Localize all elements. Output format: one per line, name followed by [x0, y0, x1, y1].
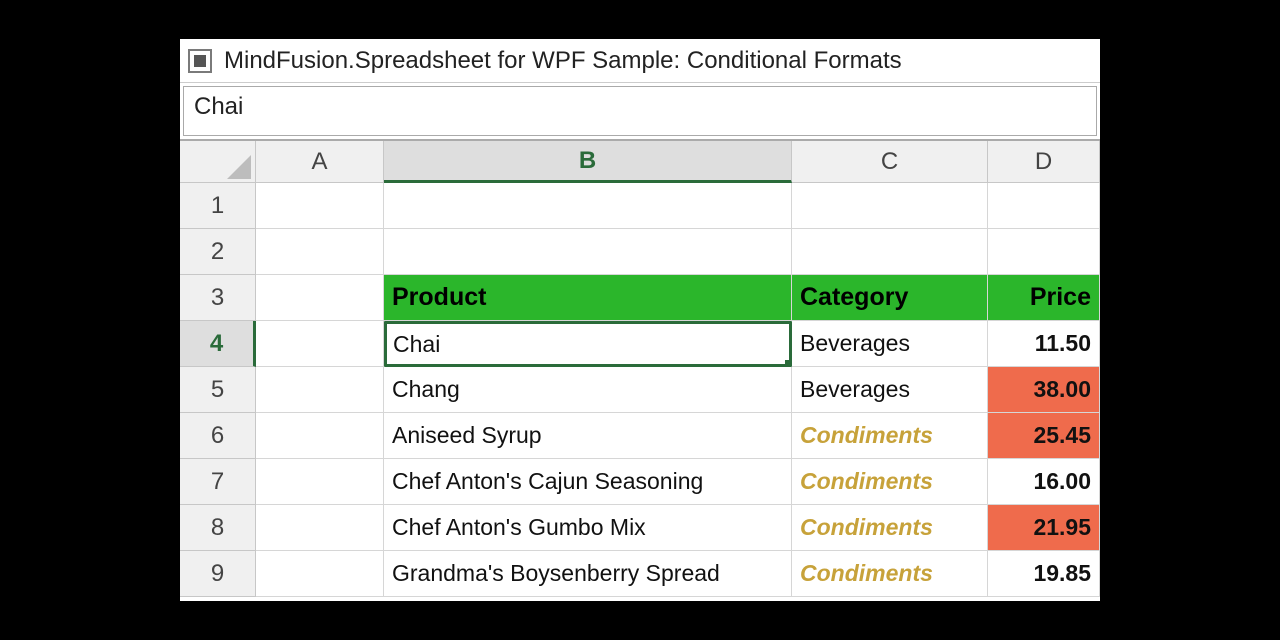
row-4: 4 Chai Beverages 11.50	[180, 321, 1100, 367]
cell-C6[interactable]: Condiments	[792, 413, 988, 459]
cell-D7[interactable]: 16.00	[988, 459, 1100, 505]
cell-A9[interactable]	[256, 551, 384, 597]
row-5: 5 Chang Beverages 38.00	[180, 367, 1100, 413]
cell-C7[interactable]: Condiments	[792, 459, 988, 505]
app-icon	[188, 49, 212, 73]
row-header-9[interactable]: 9	[180, 551, 256, 597]
cell-B2[interactable]	[384, 229, 792, 275]
window-title: MindFusion.Spreadsheet for WPF Sample: C…	[224, 47, 902, 75]
cell-D3[interactable]: Price	[988, 275, 1100, 321]
select-all-corner[interactable]	[180, 141, 256, 183]
cell-D9[interactable]: 19.85	[988, 551, 1100, 597]
formula-bar[interactable]: Chai	[183, 86, 1097, 136]
cell-B4[interactable]: Chai	[384, 321, 792, 367]
row-6: 6 Aniseed Syrup Condiments 25.45	[180, 413, 1100, 459]
row-header-7[interactable]: 7	[180, 459, 256, 505]
cell-value: Chai	[393, 331, 440, 358]
cell-A8[interactable]	[256, 505, 384, 551]
cell-C8[interactable]: Condiments	[792, 505, 988, 551]
cell-C1[interactable]	[792, 183, 988, 229]
row-header-2[interactable]: 2	[180, 229, 256, 275]
cell-C4[interactable]: Beverages	[792, 321, 988, 367]
cell-A5[interactable]	[256, 367, 384, 413]
row-8: 8 Chef Anton's Gumbo Mix Condiments 21.9…	[180, 505, 1100, 551]
spreadsheet: A B C D 1 2 3 Product Category Price	[180, 139, 1100, 597]
row-header-4[interactable]: 4	[180, 321, 256, 367]
cell-D5[interactable]: 38.00	[988, 367, 1100, 413]
row-header-3[interactable]: 3	[180, 275, 256, 321]
row-header-6[interactable]: 6	[180, 413, 256, 459]
cell-C3[interactable]: Category	[792, 275, 988, 321]
row-2: 2	[180, 229, 1100, 275]
cell-B9[interactable]: Grandma's Boysenberry Spread	[384, 551, 792, 597]
cell-A3[interactable]	[256, 275, 384, 321]
cell-B6[interactable]: Aniseed Syrup	[384, 413, 792, 459]
column-headers: A B C D	[180, 141, 1100, 183]
row-header-1[interactable]: 1	[180, 183, 256, 229]
cell-A7[interactable]	[256, 459, 384, 505]
cell-B1[interactable]	[384, 183, 792, 229]
row-3: 3 Product Category Price	[180, 275, 1100, 321]
cell-C2[interactable]	[792, 229, 988, 275]
cell-B3[interactable]: Product	[384, 275, 792, 321]
cell-A6[interactable]	[256, 413, 384, 459]
row-9: 9 Grandma's Boysenberry Spread Condiment…	[180, 551, 1100, 597]
fill-handle[interactable]	[785, 360, 792, 367]
cell-A4[interactable]	[256, 321, 384, 367]
cell-D4[interactable]: 11.50	[988, 321, 1100, 367]
cell-C9[interactable]: Condiments	[792, 551, 988, 597]
cell-B5[interactable]: Chang	[384, 367, 792, 413]
row-1: 1	[180, 183, 1100, 229]
col-header-C[interactable]: C	[792, 141, 988, 183]
formula-value: Chai	[194, 93, 243, 121]
cell-D6[interactable]: 25.45	[988, 413, 1100, 459]
cell-D8[interactable]: 21.95	[988, 505, 1100, 551]
cell-D1[interactable]	[988, 183, 1100, 229]
cell-B8[interactable]: Chef Anton's Gumbo Mix	[384, 505, 792, 551]
cell-B7[interactable]: Chef Anton's Cajun Seasoning	[384, 459, 792, 505]
col-header-B[interactable]: B	[384, 141, 792, 183]
cell-A2[interactable]	[256, 229, 384, 275]
cell-A1[interactable]	[256, 183, 384, 229]
row-7: 7 Chef Anton's Cajun Seasoning Condiment…	[180, 459, 1100, 505]
row-header-8[interactable]: 8	[180, 505, 256, 551]
col-header-A[interactable]: A	[256, 141, 384, 183]
title-bar[interactable]: MindFusion.Spreadsheet for WPF Sample: C…	[180, 39, 1100, 83]
cell-C5[interactable]: Beverages	[792, 367, 988, 413]
col-header-D[interactable]: D	[988, 141, 1100, 183]
app-window: MindFusion.Spreadsheet for WPF Sample: C…	[180, 39, 1100, 601]
row-header-5[interactable]: 5	[180, 367, 256, 413]
cell-D2[interactable]	[988, 229, 1100, 275]
